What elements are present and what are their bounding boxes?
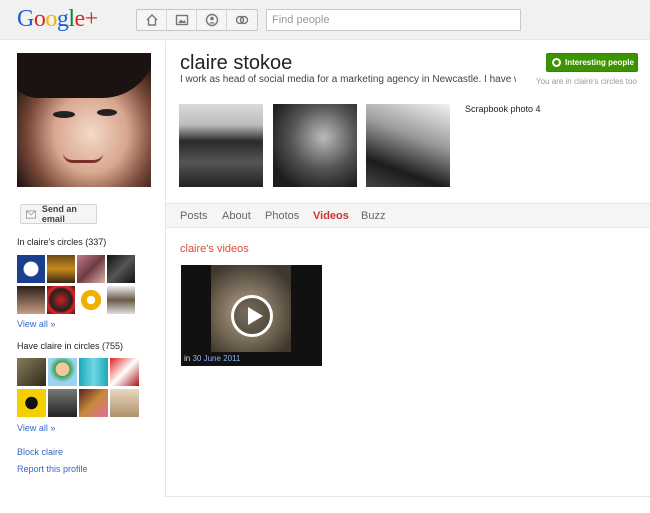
- envelope-icon: [26, 209, 36, 219]
- circle-ring-icon: [552, 58, 561, 67]
- circle-avatar[interactable]: [47, 255, 75, 283]
- scrapbook-photo-1[interactable]: [179, 104, 263, 187]
- videos-section-title: claire's videos: [180, 243, 249, 255]
- tab-about[interactable]: About: [222, 210, 251, 222]
- video-caption-prefix: in: [184, 354, 191, 363]
- video-caption: in 30 June 2011: [184, 354, 240, 363]
- in-circles-view-all-link[interactable]: View all »: [17, 319, 55, 329]
- circle-avatar[interactable]: [79, 389, 108, 417]
- profile-name: claire stokoe: [180, 52, 293, 74]
- circle-avatar[interactable]: [48, 389, 77, 417]
- circle-avatar[interactable]: [110, 389, 139, 417]
- circle-avatar[interactable]: [17, 286, 45, 314]
- play-icon[interactable]: [231, 295, 273, 337]
- report-profile-link[interactable]: Report this profile: [17, 464, 88, 474]
- profile-icon[interactable]: [197, 10, 227, 30]
- send-email-button[interactable]: Send an email: [20, 204, 97, 224]
- scrapbook-photo-3[interactable]: [366, 104, 450, 187]
- google-plus-logo[interactable]: Google+: [17, 6, 98, 33]
- photos-icon[interactable]: [167, 10, 197, 30]
- interesting-people-label: Interesting people: [565, 58, 634, 67]
- nav-icon-group: [136, 9, 258, 31]
- circle-avatar[interactable]: [17, 389, 46, 417]
- tab-videos[interactable]: Videos: [313, 210, 349, 222]
- in-circles-grid: [17, 255, 135, 314]
- video-date-link[interactable]: 30 June 2011: [192, 354, 240, 363]
- home-icon[interactable]: [137, 10, 167, 30]
- circle-avatar[interactable]: [110, 358, 139, 386]
- circle-avatar[interactable]: [107, 255, 135, 283]
- scrapbook-photo-4-label[interactable]: Scrapbook photo 4: [465, 104, 541, 114]
- content-bottom-border: [165, 496, 650, 497]
- profile-tagline: I work as head of social media for a mar…: [180, 74, 516, 85]
- block-user-link[interactable]: Block claire: [17, 447, 63, 457]
- profile-tab-bar: Posts About Photos Videos Buzz: [166, 203, 650, 228]
- circle-avatar[interactable]: [79, 358, 108, 386]
- circle-avatar[interactable]: [17, 255, 45, 283]
- tab-buzz[interactable]: Buzz: [361, 210, 385, 222]
- have-in-circles-view-all-link[interactable]: View all »: [17, 423, 55, 433]
- top-bar: Google+: [0, 0, 650, 40]
- circle-avatar[interactable]: [107, 286, 135, 314]
- scrapbook-photo-2[interactable]: [273, 104, 357, 187]
- video-thumbnail[interactable]: in 30 June 2011: [181, 265, 322, 366]
- circle-avatar[interactable]: [77, 255, 105, 283]
- circle-avatar[interactable]: [17, 358, 46, 386]
- have-in-circles-title: Have claire in circles (755): [17, 341, 124, 351]
- tab-posts[interactable]: Posts: [180, 210, 208, 222]
- profile-photo[interactable]: [17, 53, 151, 187]
- have-in-circles-grid: [17, 358, 139, 417]
- in-circles-title: In claire's circles (337): [17, 237, 107, 247]
- send-email-label: Send an email: [41, 204, 77, 224]
- search-input[interactable]: [266, 9, 521, 31]
- interesting-people-button[interactable]: Interesting people: [546, 53, 638, 72]
- circle-status-text: You are in claire's circles too: [536, 77, 637, 86]
- column-divider: [165, 41, 166, 496]
- tab-photos[interactable]: Photos: [265, 210, 299, 222]
- circles-icon[interactable]: [227, 10, 257, 30]
- left-sidebar: Send an email In claire's circles (337) …: [0, 41, 165, 513]
- circle-avatar[interactable]: [77, 286, 105, 314]
- circle-avatar[interactable]: [47, 286, 75, 314]
- circle-avatar[interactable]: [48, 358, 77, 386]
